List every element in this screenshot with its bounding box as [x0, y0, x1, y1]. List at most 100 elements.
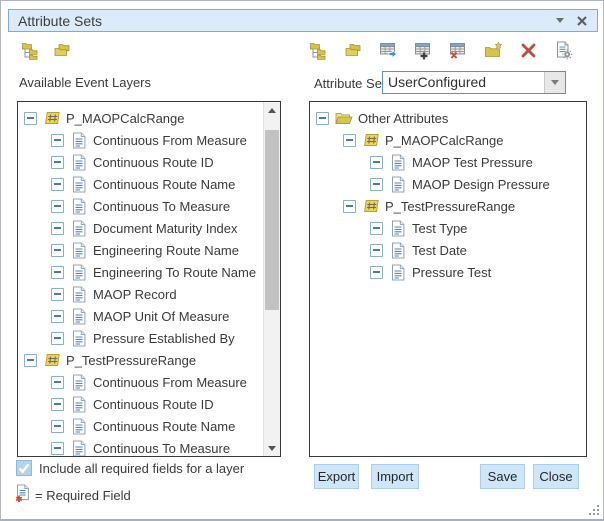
scrollbar-thumb[interactable] — [265, 130, 279, 310]
remove-attribute-set-icon[interactable] — [449, 41, 468, 60]
copy-attribute-set-icon[interactable] — [379, 41, 398, 60]
field-icon — [70, 241, 88, 259]
tree-item[interactable]: MAOP Test Pressure — [310, 151, 586, 173]
field-icon — [70, 373, 88, 391]
tree-item-label: MAOP Test Pressure — [412, 155, 533, 170]
attribute-set-panel: Other Attributes P_MAOPCalcRange MAOP Te… — [309, 101, 587, 457]
tree-item[interactable]: MAOP Record — [18, 283, 263, 305]
collapse-toggle[interactable] — [370, 178, 383, 191]
collapse-toggle[interactable] — [370, 266, 383, 279]
collapse-toggle[interactable] — [370, 156, 383, 169]
collapse-toggle[interactable] — [51, 310, 64, 323]
tree-item[interactable]: Other Attributes — [310, 107, 586, 129]
combobox-dropdown-button[interactable] — [544, 72, 565, 93]
field-icon — [70, 417, 88, 435]
collapse-toggle[interactable] — [51, 376, 64, 389]
collapse-toggle[interactable] — [51, 288, 64, 301]
tree-item[interactable]: P_TestPressureRange — [310, 195, 586, 217]
collapse-toggle[interactable] — [51, 332, 64, 345]
layer-icon — [43, 109, 61, 127]
attribute-set-label: Attribute Set: — [314, 76, 389, 91]
tree-item-label: Continuous To Measure — [93, 199, 230, 214]
tree-item[interactable]: Test Date — [310, 239, 586, 261]
collapse-folders-icon[interactable] — [53, 41, 72, 60]
tree-item[interactable]: Continuous Route ID — [18, 393, 263, 415]
vertical-scrollbar[interactable] — [263, 102, 280, 456]
tree-item[interactable]: Engineering Route Name — [18, 239, 263, 261]
tree-item[interactable]: Test Type — [310, 217, 586, 239]
field-icon — [389, 175, 407, 193]
tree-item[interactable]: Pressure Established By — [18, 327, 263, 349]
add-attribute-set-icon[interactable] — [414, 41, 433, 60]
field-icon — [70, 219, 88, 237]
field-icon — [70, 153, 88, 171]
collapse-toggle[interactable] — [51, 134, 64, 147]
resize-grip[interactable] — [588, 504, 600, 516]
tree-item[interactable]: Continuous To Measure — [18, 437, 263, 456]
layer-icon — [43, 351, 61, 369]
attribute-set-combobox[interactable]: UserConfigured — [382, 71, 566, 94]
attribute-set-properties-icon[interactable] — [554, 41, 573, 60]
collapse-toggle[interactable] — [51, 244, 64, 257]
tree-item[interactable]: Continuous From Measure — [18, 371, 263, 393]
close-icon[interactable] — [576, 15, 588, 27]
available-layers-panel: P_MAOPCalcRange Continuous From Measure … — [17, 101, 281, 457]
collapse-toggle[interactable] — [343, 134, 356, 147]
tree-item[interactable]: P_MAOPCalcRange — [310, 129, 586, 151]
import-button[interactable]: Import — [371, 464, 419, 489]
collapse-toggle[interactable] — [370, 244, 383, 257]
save-button[interactable]: Save — [480, 464, 525, 489]
tree-item[interactable]: MAOP Design Pressure — [310, 173, 586, 195]
tree-item[interactable]: Continuous To Measure — [18, 195, 263, 217]
tree-item[interactable]: MAOP Unit Of Measure — [18, 305, 263, 327]
collapse-toggle[interactable] — [24, 112, 37, 125]
tree-item[interactable]: P_MAOPCalcRange — [18, 107, 263, 129]
collapse-toggle[interactable] — [51, 266, 64, 279]
new-attribute-set-icon[interactable] — [484, 41, 503, 60]
tree-item[interactable]: Continuous Route Name — [18, 415, 263, 437]
include-required-row: Include all required fields for a layer — [16, 460, 244, 476]
collapse-toggle[interactable] — [370, 222, 383, 235]
tree-item-label: MAOP Record — [93, 287, 177, 302]
titlebar-controls — [556, 15, 588, 27]
tree-item[interactable]: Continuous Route Name — [18, 173, 263, 195]
collapse-toggle[interactable] — [51, 442, 64, 455]
tree-item[interactable]: Engineering To Route Name — [18, 261, 263, 283]
close-button[interactable]: Close — [533, 464, 579, 489]
tree-item[interactable]: Pressure Test — [310, 261, 586, 283]
scroll-up-button[interactable] — [264, 102, 280, 118]
collapse-toggle[interactable] — [51, 222, 64, 235]
collapse-toggle[interactable] — [51, 420, 64, 433]
collapse-toggle[interactable] — [51, 178, 64, 191]
tree-item-label: Document Maturity Index — [93, 221, 238, 236]
attribute-set-toolbar — [309, 41, 573, 60]
folder-icon — [335, 109, 353, 127]
collapse-toggle[interactable] — [51, 156, 64, 169]
collapse-toggle[interactable] — [316, 112, 329, 125]
attribute-sets-dialog: Attribute Sets Available Event Layers A — [0, 0, 604, 521]
field-icon — [389, 153, 407, 171]
delete-icon[interactable] — [519, 41, 538, 60]
chevron-down-icon — [551, 80, 559, 85]
scroll-down-button[interactable] — [264, 440, 280, 456]
collapse-toggle[interactable] — [24, 354, 37, 367]
collapse-toggle[interactable] — [51, 398, 64, 411]
collapse-folders-icon[interactable] — [344, 41, 363, 60]
tree-item-label: Engineering To Route Name — [93, 265, 256, 280]
pin-menu-caret-icon[interactable] — [556, 18, 564, 23]
tree-item-label: Test Type — [412, 221, 467, 236]
tree-item[interactable]: Document Maturity Index — [18, 217, 263, 239]
include-required-label: Include all required fields for a layer — [39, 461, 244, 476]
available-layers-toolbar — [21, 41, 72, 60]
available-event-layers-label: Available Event Layers — [19, 75, 151, 90]
field-icon — [389, 241, 407, 259]
include-required-checkbox[interactable] — [16, 460, 32, 476]
collapse-toggle[interactable] — [51, 200, 64, 213]
tree-item[interactable]: Continuous From Measure — [18, 129, 263, 151]
expand-layer-tree-icon[interactable] — [21, 41, 40, 60]
tree-item[interactable]: P_TestPressureRange — [18, 349, 263, 371]
collapse-toggle[interactable] — [343, 200, 356, 213]
expand-layer-tree-icon[interactable] — [309, 41, 328, 60]
tree-item[interactable]: Continuous Route ID — [18, 151, 263, 173]
export-button[interactable]: Export — [314, 464, 359, 489]
